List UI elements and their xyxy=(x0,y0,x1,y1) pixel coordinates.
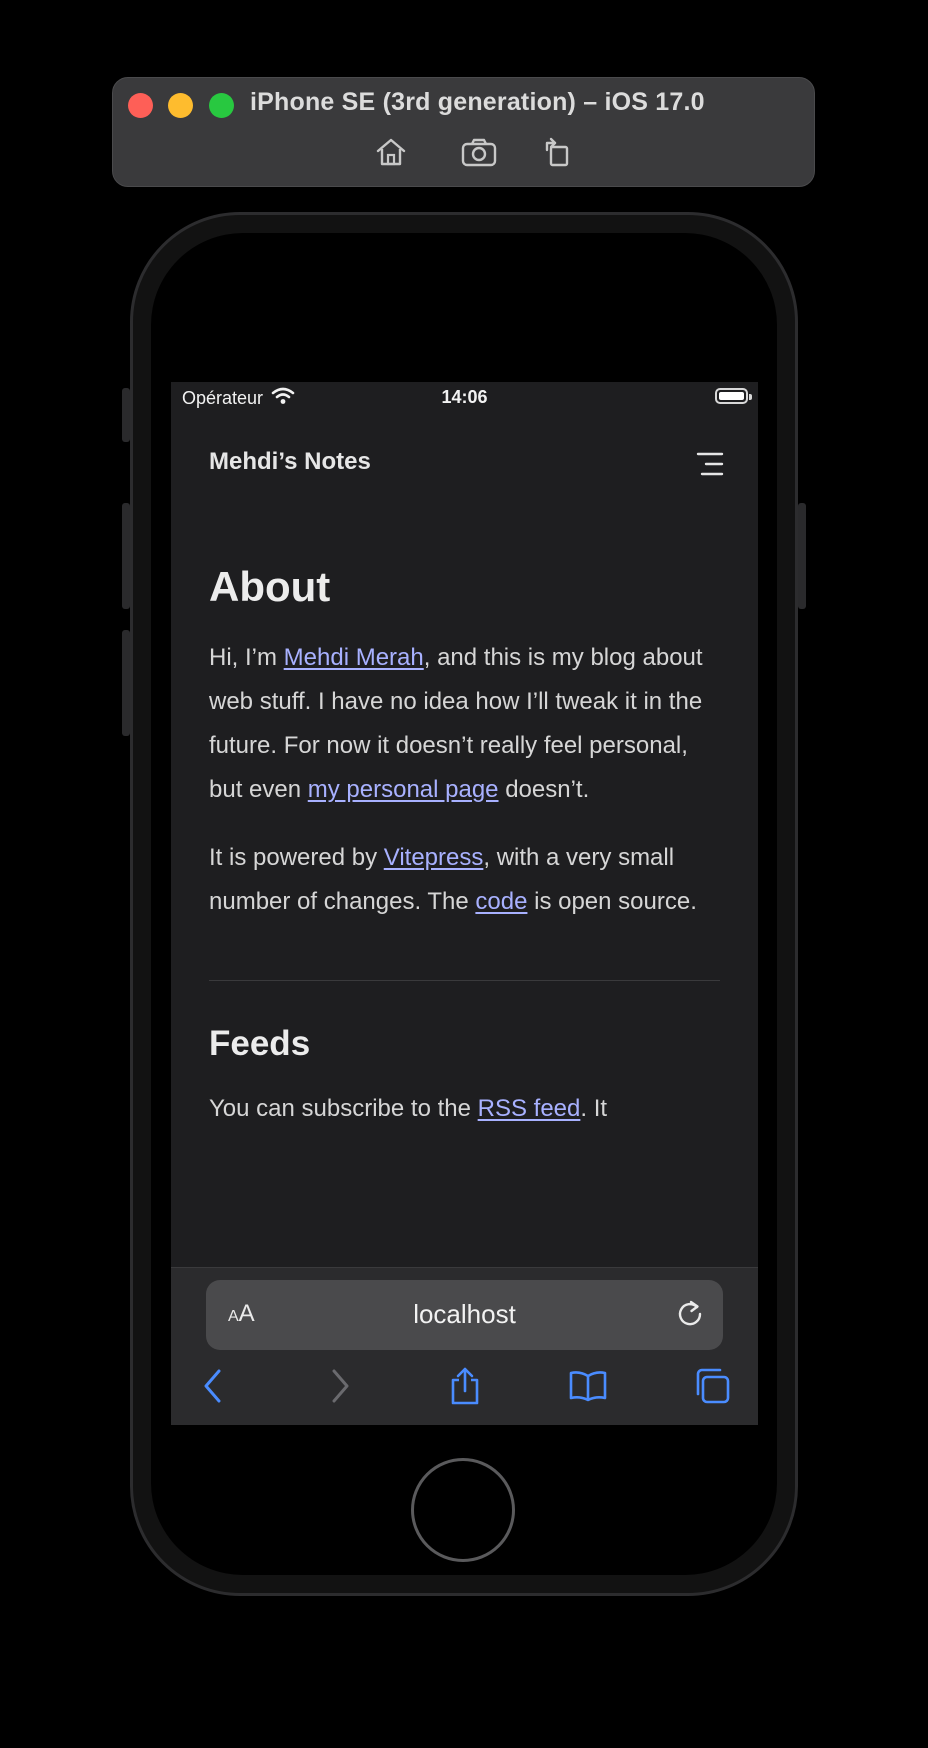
text: Hi, I’m xyxy=(209,644,284,672)
site-title[interactable]: Mehdi’s Notes xyxy=(209,448,371,476)
menu-icon[interactable] xyxy=(694,450,724,478)
address-bar[interactable]: AA localhost xyxy=(206,1280,723,1350)
phone-screen: Opérateur 14:06 Mehdi’s Notes About Hi, … xyxy=(171,382,758,1425)
safari-bottom-bar: AA localhost xyxy=(171,1267,758,1425)
power-button xyxy=(798,503,806,609)
section-divider xyxy=(209,980,720,982)
text: You can subscribe to the xyxy=(209,1095,478,1123)
home-icon[interactable] xyxy=(371,134,411,170)
ring-silent-switch xyxy=(122,388,130,442)
about-paragraph-1: Hi, I’m Mehdi Merah, and this is my blog… xyxy=(209,636,720,812)
text: is open source. xyxy=(527,888,697,916)
home-button[interactable] xyxy=(411,1458,515,1562)
text: . It xyxy=(580,1095,608,1123)
status-time: 14:06 xyxy=(441,387,488,407)
bookmarks-icon[interactable] xyxy=(566,1364,610,1408)
tabs-icon[interactable] xyxy=(690,1364,734,1408)
personal-page-link[interactable]: my personal page xyxy=(308,776,499,803)
rotate-icon[interactable] xyxy=(537,134,577,170)
simulator-toolbar: iPhone SE (3rd generation) – iOS 17.0 xyxy=(112,77,815,187)
url-text[interactable]: localhost xyxy=(206,1299,723,1330)
battery-icon xyxy=(715,388,748,404)
about-heading: About xyxy=(209,563,331,610)
simulator-title: iPhone SE (3rd generation) – iOS 17.0 xyxy=(250,88,705,116)
volume-down-button xyxy=(122,630,130,736)
zoom-window-button[interactable] xyxy=(209,93,234,118)
status-bar: Opérateur 14:06 xyxy=(171,382,758,414)
battery-tip xyxy=(749,394,752,400)
forward-icon[interactable] xyxy=(318,1364,362,1408)
vitepress-link[interactable]: Vitepress xyxy=(384,844,484,871)
rss-feed-link[interactable]: RSS feed xyxy=(478,1095,581,1122)
safari-toolbar xyxy=(171,1364,758,1412)
page-content: About Hi, I’m Mehdi Merah, and this is m… xyxy=(209,562,720,1131)
volume-up-button xyxy=(122,503,130,609)
text: It is powered by xyxy=(209,844,384,872)
site-navbar: Mehdi’s Notes xyxy=(209,444,724,484)
battery-level xyxy=(719,392,744,400)
back-icon[interactable] xyxy=(191,1364,235,1408)
author-link[interactable]: Mehdi Merah xyxy=(284,644,424,671)
text: doesn’t. xyxy=(498,776,590,804)
about-paragraph-2: It is powered by Vitepress, with a very … xyxy=(209,836,720,924)
code-link[interactable]: code xyxy=(475,888,527,915)
feeds-paragraph: You can subscribe to the RSS feed. It xyxy=(209,1087,720,1131)
screenshot-icon[interactable] xyxy=(459,134,499,170)
feeds-heading: Feeds xyxy=(209,1024,311,1064)
reload-icon[interactable] xyxy=(675,1299,705,1329)
close-window-button[interactable] xyxy=(128,93,153,118)
minimize-window-button[interactable] xyxy=(168,93,193,118)
share-icon[interactable] xyxy=(443,1364,487,1408)
